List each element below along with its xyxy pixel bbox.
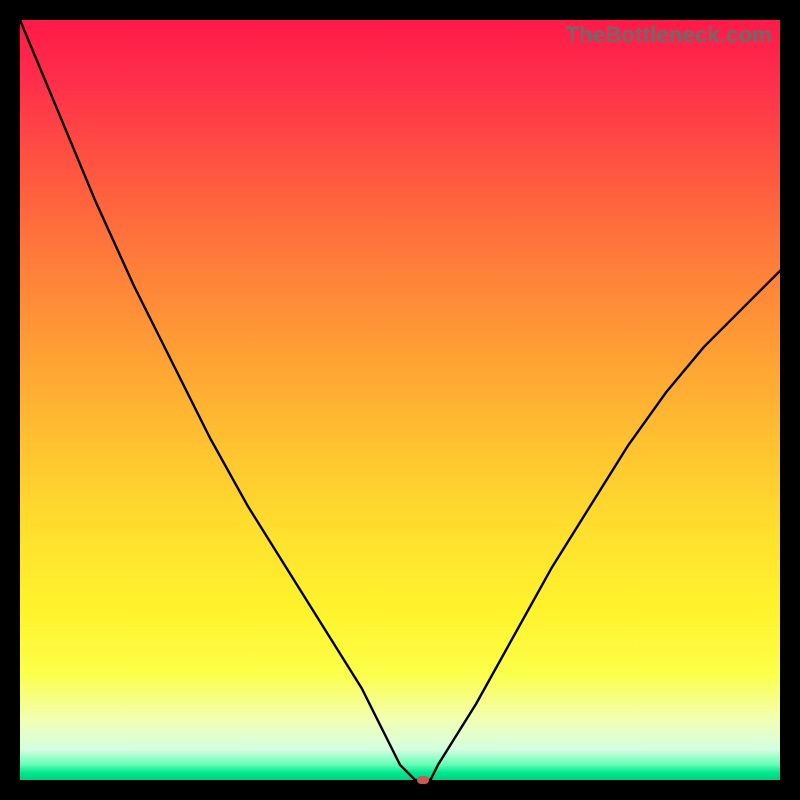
minimum-marker (417, 776, 429, 784)
bottleneck-curve (20, 20, 780, 780)
curve-path (20, 20, 780, 780)
chart-container: TheBottleneck.com (0, 0, 800, 800)
plot-area: TheBottleneck.com (20, 20, 780, 780)
